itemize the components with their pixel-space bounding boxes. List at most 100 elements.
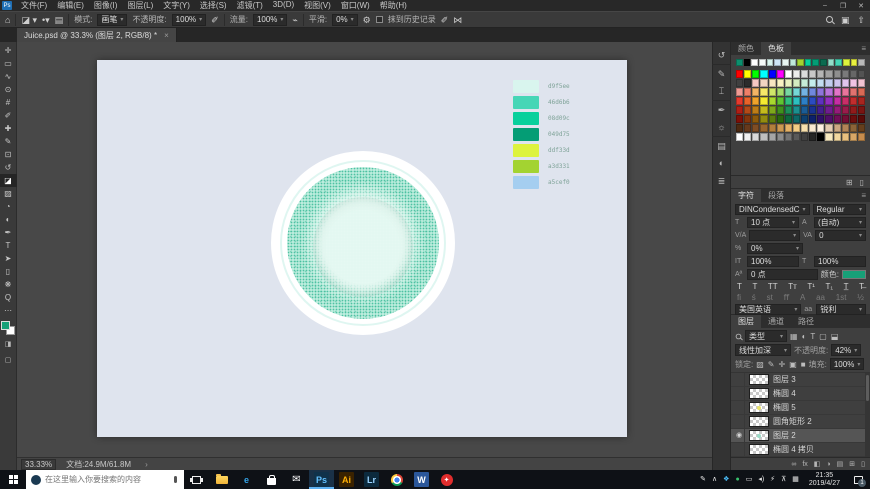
swatch-7-7[interactable]	[793, 133, 800, 141]
swatch-1-12[interactable]	[834, 79, 841, 87]
edit-toolbar[interactable]: ⋯	[0, 304, 17, 317]
lock-all-icon[interactable]: ■	[801, 360, 806, 369]
opentype-button-1[interactable]: ś	[752, 293, 756, 302]
swatch-2-2[interactable]	[752, 88, 759, 96]
character-tab-段落[interactable]: 段落	[761, 189, 791, 202]
swatch-1-0[interactable]	[736, 79, 743, 87]
recent-swatch-12[interactable]	[828, 59, 835, 66]
filter-shape-icon[interactable]: ▢	[819, 332, 827, 341]
anti-alias-select[interactable]: 锐利▾	[816, 304, 866, 315]
photoshop-taskbar-button[interactable]: Ps	[309, 470, 334, 489]
swatch-5-5[interactable]	[777, 115, 784, 123]
swatch-4-5[interactable]	[777, 106, 784, 114]
recent-swatch-11[interactable]	[820, 59, 827, 66]
swatch-2-14[interactable]	[850, 88, 857, 96]
swatches-panel-menu-icon[interactable]: ≡	[861, 42, 870, 55]
menu-item-5[interactable]: 选择(S)	[195, 0, 232, 11]
lock-artboard-icon[interactable]: ▣	[789, 360, 797, 369]
swatch-0-2[interactable]	[752, 70, 759, 78]
swatch-0-8[interactable]	[801, 70, 808, 78]
illustrator-taskbar-button[interactable]: Ai	[334, 470, 359, 489]
visibility-toggle[interactable]	[734, 401, 745, 414]
clone-source-panel-icon[interactable]: ⌶	[712, 82, 731, 100]
opentype-button-3[interactable]: ﬀ	[784, 293, 790, 302]
swatch-5-3[interactable]	[760, 115, 767, 123]
swatch-0-14[interactable]	[850, 70, 857, 78]
recent-swatch-4[interactable]	[767, 59, 774, 66]
action-center-button[interactable]: 1	[850, 470, 866, 489]
security-icon[interactable]: ●	[735, 470, 739, 489]
recent-swatch-7[interactable]	[790, 59, 797, 66]
task-view-taskbar-button[interactable]	[184, 470, 209, 489]
swatch-5-1[interactable]	[744, 115, 751, 123]
opentype-button-6[interactable]: 1st	[836, 293, 847, 302]
menu-item-10[interactable]: 帮助(H)	[375, 0, 412, 11]
swatch-4-1[interactable]	[744, 106, 751, 114]
swatch-5-15[interactable]	[858, 115, 865, 123]
kerning-select[interactable]: ▾	[749, 230, 800, 241]
swatch-6-5[interactable]	[777, 124, 784, 132]
weather-icon[interactable]: ❖	[723, 470, 729, 489]
layers-tab-路径[interactable]: 路径	[791, 315, 821, 328]
swatch-5-11[interactable]	[825, 115, 832, 123]
layer-row-2[interactable]: 椭圆 5	[731, 401, 870, 415]
taskbar-search[interactable]	[26, 470, 184, 489]
swatch-6-14[interactable]	[850, 124, 857, 132]
mail-taskbar-button[interactable]: ✉	[284, 470, 309, 489]
menu-item-3[interactable]: 图层(L)	[122, 0, 158, 11]
search-icon[interactable]	[826, 16, 833, 23]
swatch-0-6[interactable]	[785, 70, 792, 78]
swatch-3-3[interactable]	[760, 97, 767, 105]
swatch-7-5[interactable]	[777, 133, 784, 141]
swatch-3-4[interactable]	[769, 97, 776, 105]
erase-to-history-checkbox[interactable]	[376, 16, 383, 23]
swatch-2-11[interactable]	[825, 88, 832, 96]
swatch-6-15[interactable]	[858, 124, 865, 132]
lightroom-taskbar-button[interactable]: Lr	[359, 470, 384, 489]
edge-taskbar-button[interactable]: e	[234, 470, 259, 489]
dodge-tool[interactable]: ◐	[0, 213, 17, 226]
swatch-0-9[interactable]	[809, 70, 816, 78]
swatch-7-1[interactable]	[744, 133, 751, 141]
swatch-1-8[interactable]	[801, 79, 808, 87]
swatch-4-10[interactable]	[817, 106, 824, 114]
swatch-6-4[interactable]	[769, 124, 776, 132]
swatch-6-6[interactable]	[785, 124, 792, 132]
swatch-3-6[interactable]	[785, 97, 792, 105]
swatch-4-2[interactable]	[752, 106, 759, 114]
swatch-0-4[interactable]	[769, 70, 776, 78]
menu-item-9[interactable]: 窗口(W)	[336, 0, 375, 11]
swatch-0-15[interactable]	[858, 70, 865, 78]
character-tab-字符[interactable]: 字符	[731, 189, 761, 202]
artboard[interactable]: d9f5ee46d6b608d09c049d75ddf33da3d331a5ce…	[97, 60, 627, 437]
workspace-switcher-icon[interactable]: ▣	[841, 15, 850, 25]
swatch-7-14[interactable]	[850, 133, 857, 141]
zoom-level-field[interactable]: 33.33%	[21, 459, 56, 470]
swatch-1-9[interactable]	[809, 79, 816, 87]
swatch-2-15[interactable]	[858, 88, 865, 96]
gradient-tool[interactable]: ▨	[0, 187, 17, 200]
swatch-3-7[interactable]	[793, 97, 800, 105]
brush-preset-picker[interactable]: •▾	[42, 15, 50, 25]
smoothing-options-gear-icon[interactable]: ⚙	[363, 15, 371, 25]
type-style-button-5[interactable]: T₁	[826, 282, 834, 291]
swatch-3-13[interactable]	[842, 97, 849, 105]
swatch-5-14[interactable]	[850, 115, 857, 123]
screen-mode-icon[interactable]: ▢	[0, 354, 17, 367]
swatch-5-10[interactable]	[817, 115, 824, 123]
network-icon[interactable]: ⊼	[781, 470, 786, 489]
swatch-1-5[interactable]	[777, 79, 784, 87]
visibility-toggle[interactable]	[734, 443, 745, 456]
volume-icon[interactable]: ◂)	[758, 470, 764, 489]
pen-tool[interactable]: ✒	[0, 226, 17, 239]
styles-panel-icon[interactable]: ≣	[712, 172, 731, 190]
layer-row-5[interactable]: 椭圆 4 拷贝	[731, 443, 870, 457]
glyphs-panel-icon[interactable]: ✒	[712, 100, 731, 118]
swatch-1-6[interactable]	[785, 79, 792, 87]
recent-swatch-9[interactable]	[805, 59, 812, 66]
menu-item-1[interactable]: 编辑(E)	[52, 0, 89, 11]
layers-tab-图层[interactable]: 图层	[731, 315, 761, 328]
recent-swatch-6[interactable]	[782, 59, 789, 66]
swatch-6-3[interactable]	[760, 124, 767, 132]
opentype-button-4[interactable]: A	[800, 293, 805, 302]
